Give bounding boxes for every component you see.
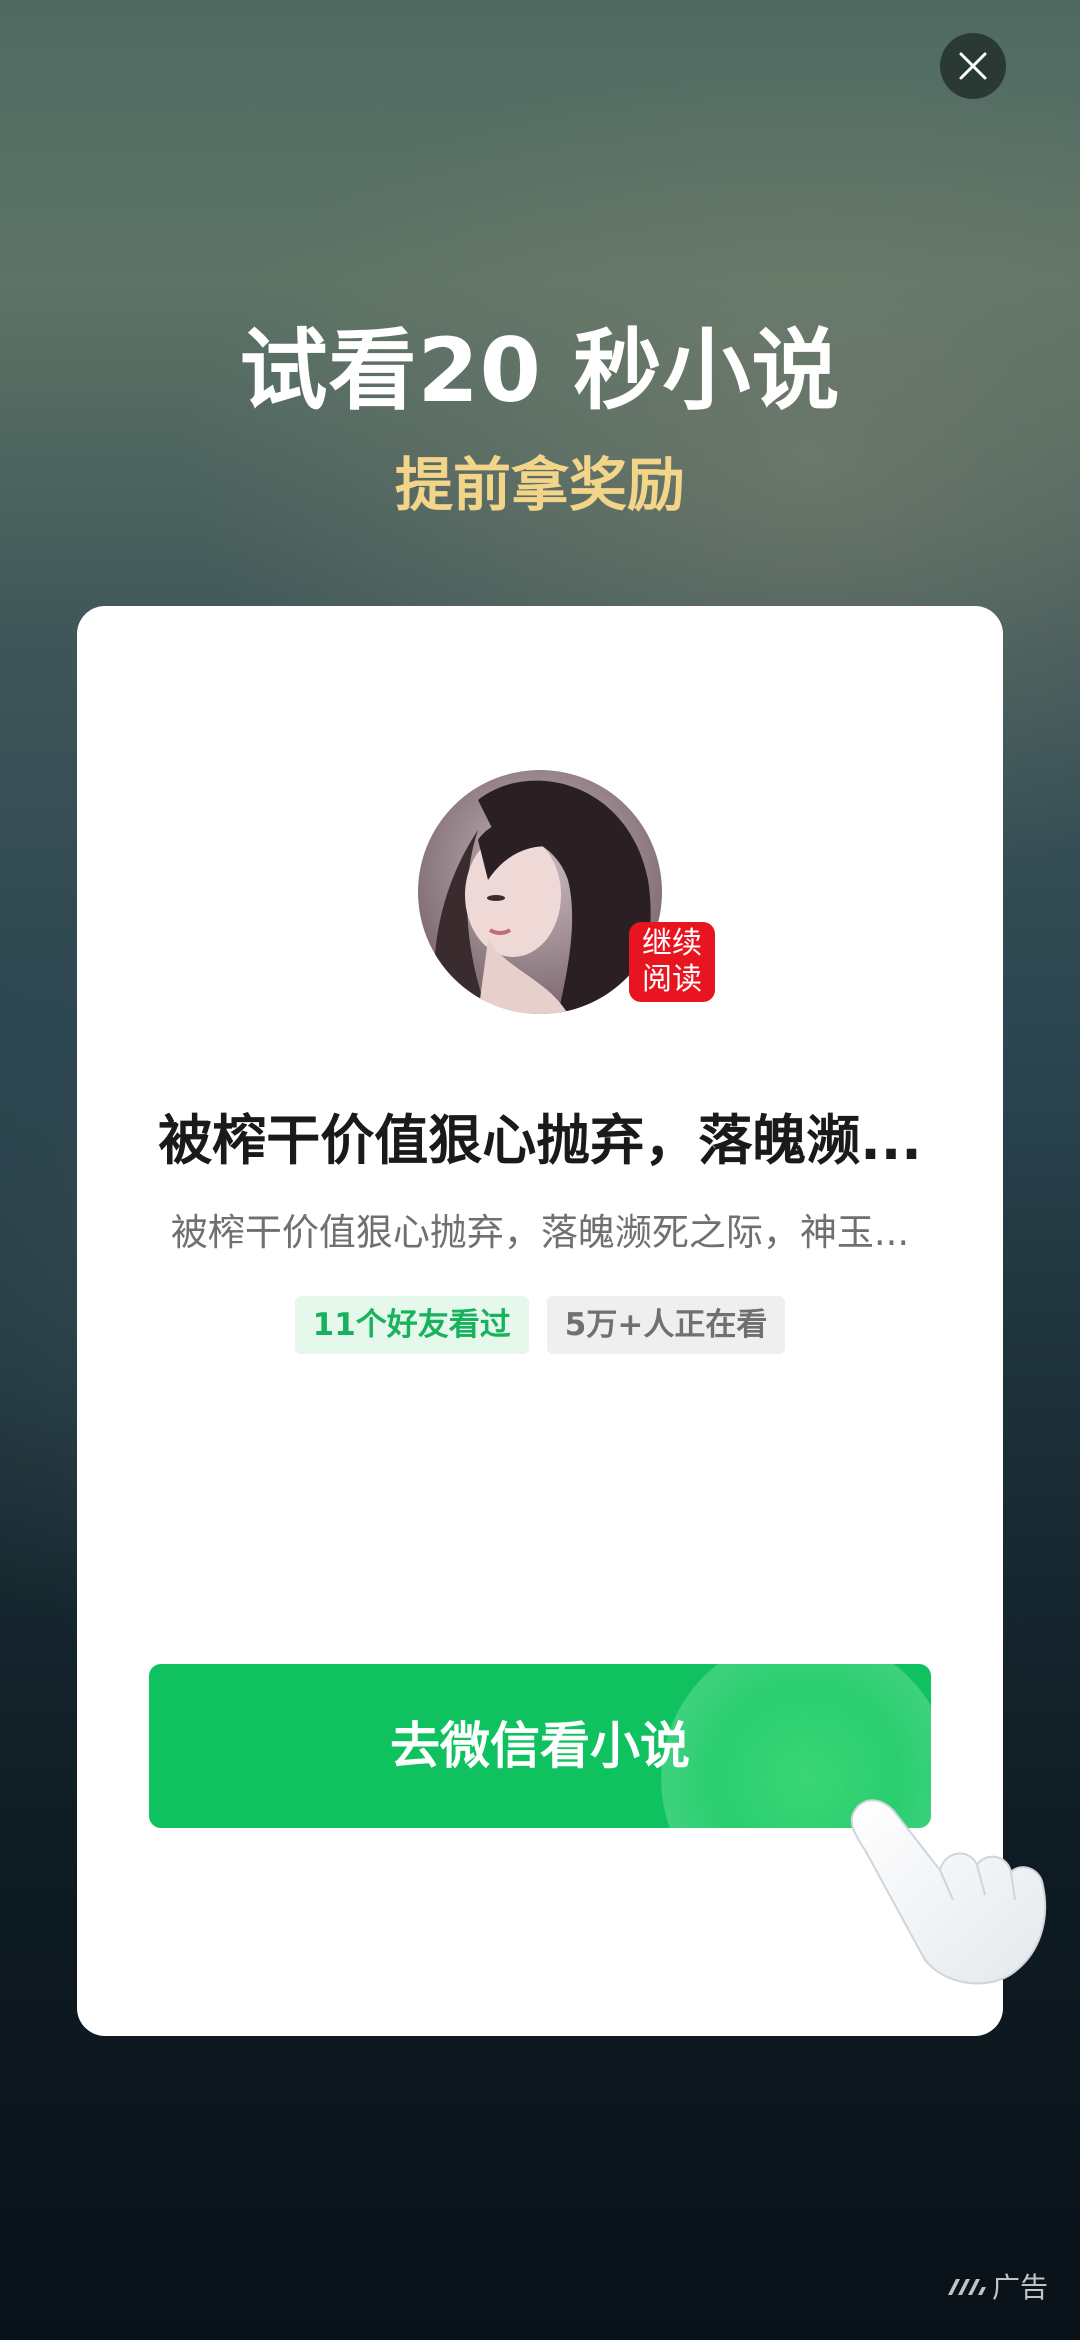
watching-count-tag: 5万+人正在看 (546, 1296, 786, 1354)
book-tags: 11个好友看过 5万+人正在看 (77, 1296, 1003, 1354)
ad-indicator: 广告 (946, 2266, 1048, 2306)
badge-line-1: 继续 (642, 926, 702, 961)
book-cover-avatar[interactable] (418, 770, 662, 1014)
friends-read-tag: 11个好友看过 (294, 1296, 529, 1354)
pointing-hand-icon (850, 1799, 1047, 1985)
book-description: 被榨干价值狠心抛弃，落魄濒死之际，神玉... (170, 1211, 910, 1254)
cta-label: 去微信看小说 (390, 1717, 690, 1775)
close-button[interactable] (940, 33, 1006, 99)
ad-logo-icon (948, 2279, 986, 2295)
ad-text: 广告 (992, 2271, 1049, 2304)
promo-headline: 试看20 秒小说 (239, 319, 841, 422)
book-title: 被榨干价值狠心抛弃，落魄濒... (158, 1109, 922, 1172)
continue-reading-badge: 继续 阅读 (629, 922, 715, 1002)
ad-screen: 试看20 秒小说 提前拿奖励 继续 阅读 被榨干价值狠心抛弃，落魄濒... 被榨… (0, 0, 1080, 2340)
go-read-novel-button[interactable]: 去微信看小说 (149, 1664, 931, 1828)
close-icon (959, 52, 987, 80)
promo-subtitle: 提前拿奖励 (394, 451, 685, 519)
badge-line-2: 阅读 (642, 962, 702, 997)
